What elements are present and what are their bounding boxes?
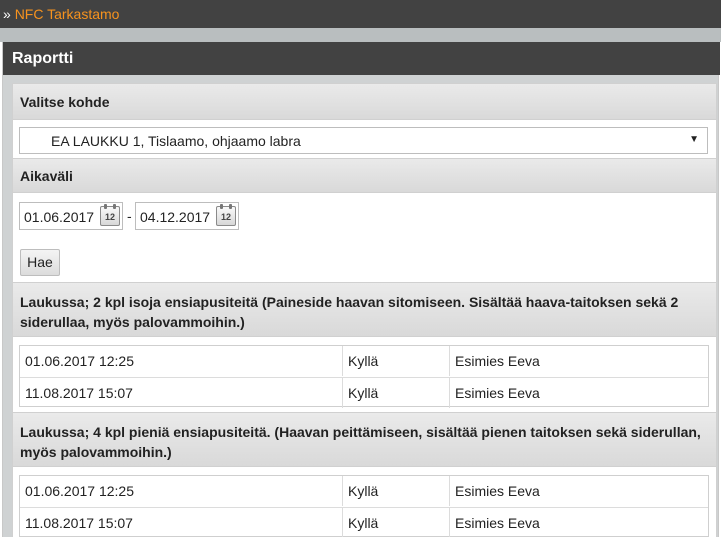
date-range-dash: - bbox=[127, 208, 132, 224]
date-to-value: 04.12.2017 bbox=[140, 209, 211, 225]
cell-status: Kyllä bbox=[342, 476, 449, 506]
cell-person: Esimies Eeva bbox=[449, 508, 708, 537]
target-select-value: EA LAUKKU 1, Tislaamo, ohjaamo labra bbox=[51, 133, 301, 149]
search-button[interactable]: Hae bbox=[20, 249, 60, 276]
cell-time: 11.08.2017 15:07 bbox=[25, 515, 133, 531]
date-to-field[interactable]: 04.12.2017 12 bbox=[135, 202, 239, 230]
breadcrumb: » NFC Tarkastamo bbox=[3, 6, 119, 22]
cell-time: 01.06.2017 12:25 bbox=[25, 483, 134, 499]
panel-title: Raportti bbox=[3, 42, 720, 75]
table-row: 11.08.2017 15:07 Kyllä Esimies Eeva bbox=[20, 377, 708, 408]
target-select[interactable]: EA LAUKKU 1, Tislaamo, ohjaamo labra ▼ bbox=[19, 127, 708, 154]
calendar-icon[interactable]: 12 bbox=[100, 204, 120, 226]
item-heading: Laukussa; 2 kpl isoja ensiapusiteitä (Pa… bbox=[13, 282, 716, 337]
chevron-down-icon: ▼ bbox=[689, 134, 699, 145]
item-table: 01.06.2017 12:25 Kyllä Esimies Eeva 11.0… bbox=[19, 475, 709, 537]
cell-person: Esimies Eeva bbox=[449, 378, 708, 408]
table-row: 11.08.2017 15:07 Kyllä Esimies Eeva bbox=[20, 507, 708, 537]
cell-person: Esimies Eeva bbox=[449, 476, 708, 506]
calendar-icon[interactable]: 12 bbox=[216, 204, 236, 226]
table-row: 01.06.2017 12:25 Kyllä Esimies Eeva bbox=[20, 346, 708, 377]
date-from-value: 01.06.2017 bbox=[24, 209, 95, 225]
breadcrumb-link-nfc-tarkastamo[interactable]: NFC Tarkastamo bbox=[15, 6, 120, 22]
top-bar: » NFC Tarkastamo bbox=[0, 0, 721, 28]
top-band bbox=[0, 28, 721, 42]
cell-time: 01.06.2017 12:25 bbox=[25, 353, 134, 369]
item-heading: Laukussa; 4 kpl pieniä ensiapusiteitä. (… bbox=[13, 412, 716, 467]
breadcrumb-separator: » bbox=[3, 6, 11, 22]
cell-person: Esimies Eeva bbox=[449, 346, 708, 376]
date-from-field[interactable]: 01.06.2017 12 bbox=[19, 202, 123, 230]
cell-status: Kyllä bbox=[342, 346, 449, 376]
report-form: Valitse kohde EA LAUKKU 1, Tislaamo, ohj… bbox=[12, 83, 717, 537]
report-panel: Raportti Valitse kohde EA LAUKKU 1, Tisl… bbox=[2, 42, 720, 537]
cell-status: Kyllä bbox=[342, 508, 449, 537]
cell-status: Kyllä bbox=[342, 378, 449, 408]
cell-time: 11.08.2017 15:07 bbox=[25, 385, 133, 401]
date-range-heading: Aikaväli bbox=[13, 158, 716, 193]
table-row: 01.06.2017 12:25 Kyllä Esimies Eeva bbox=[20, 476, 708, 507]
item-table: 01.06.2017 12:25 Kyllä Esimies Eeva 11.0… bbox=[19, 345, 709, 408]
target-heading: Valitse kohde bbox=[13, 84, 716, 120]
